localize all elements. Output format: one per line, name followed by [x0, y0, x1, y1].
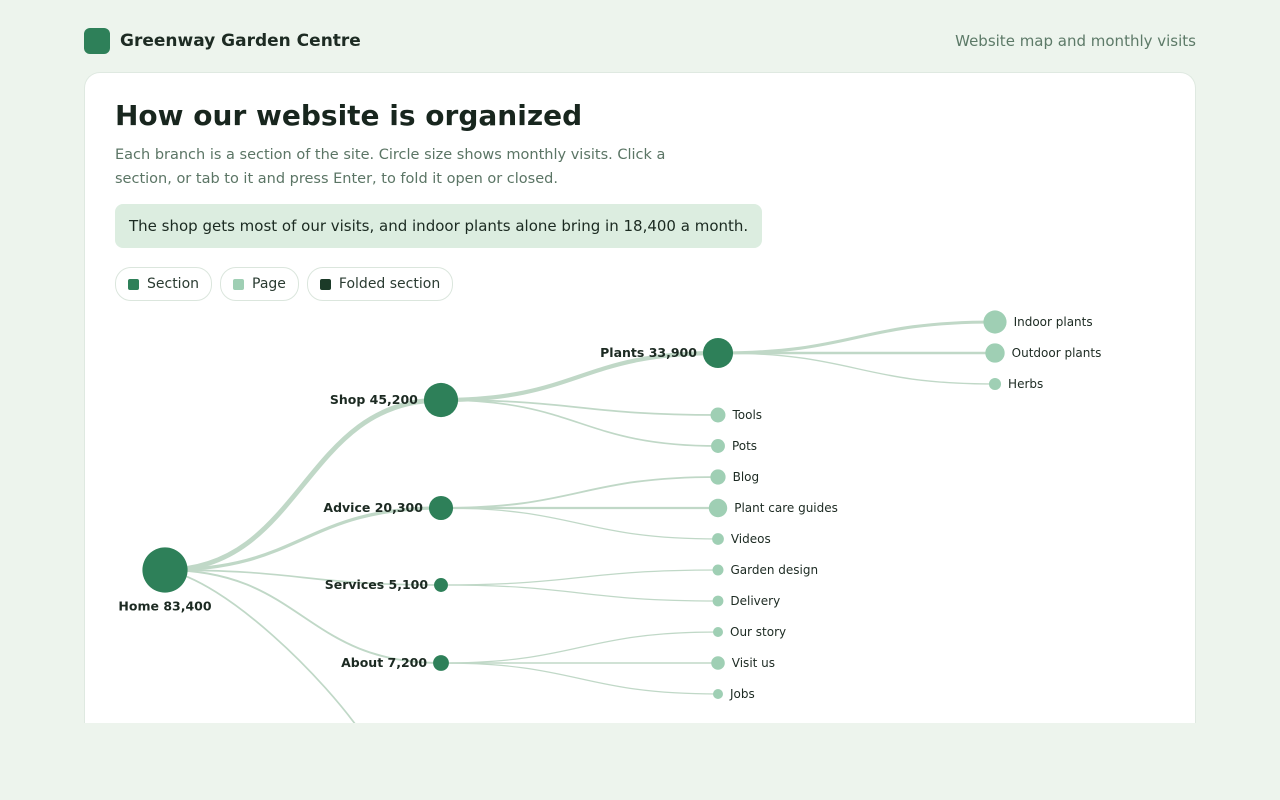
brand-name: Greenway Garden Centre	[120, 31, 361, 51]
page-node-our-story: Our story	[713, 625, 786, 639]
node-label-advice: Advice 20,300	[323, 500, 423, 515]
node-label-garden-design: Garden design	[730, 563, 818, 577]
page-circle-garden-design	[712, 564, 724, 576]
tree-link	[440, 631, 719, 664]
tree-link	[440, 507, 719, 540]
tree-links	[162, 320, 997, 723]
page-circle-blog	[710, 469, 726, 485]
node-label-pots: Pots	[732, 439, 757, 453]
node-label-services: Services 5,100	[325, 577, 429, 592]
section-circle-plants[interactable]	[702, 337, 734, 369]
page-node-outdoor-plants: Outdoor plants	[985, 343, 1102, 363]
page-circle-outdoor-plants	[985, 343, 1005, 363]
section-node-shop[interactable]: Shop 45,200	[330, 382, 459, 418]
tree-link	[440, 476, 719, 509]
section-circle-about[interactable]	[433, 655, 449, 671]
page-node-delivery: Delivery	[712, 594, 780, 608]
page-node-blog: Blog	[710, 469, 760, 485]
page-node-garden-design: Garden design	[712, 563, 818, 577]
node-label-herbs: Herbs	[1008, 377, 1043, 391]
page-circle-delivery	[712, 595, 724, 607]
section-node-advice[interactable]: Advice 20,300	[323, 495, 454, 521]
site-tree-diagram: Indoor plants Outdoor plants Herbs Plants 3…	[118, 310, 1102, 723]
node-label-blog: Blog	[733, 470, 760, 484]
node-label-plants: Plants 33,900	[600, 345, 697, 360]
node-label-plant-care-guides: Plant care guides	[734, 501, 838, 515]
top-bar: Greenway Garden Centre Website map and m…	[84, 28, 1196, 54]
node-label-videos: Videos	[731, 532, 771, 546]
node-label-tools: Tools	[731, 408, 762, 422]
node-label-indoor-plants: Indoor plants	[1014, 315, 1093, 329]
page-circle-our-story	[713, 627, 723, 637]
brand-logo-icon	[84, 28, 110, 54]
tree-link	[440, 569, 719, 586]
section-node-home[interactable]: Home 83,400	[118, 547, 212, 614]
node-label-outdoor-plants: Outdoor plants	[1012, 346, 1102, 360]
page-circle-videos	[712, 533, 724, 545]
page-node-pots: Pots	[711, 439, 757, 453]
page-node-plant-care-guides: Plant care guides	[708, 498, 838, 518]
page-circle-plant-care-guides	[708, 498, 728, 518]
page-circle-herbs	[988, 377, 1002, 391]
page-subtitle: Website map and monthly visits	[955, 32, 1196, 50]
site-map-card: How our website is organized Each branch…	[84, 72, 1196, 723]
page-circle-pots	[711, 439, 725, 453]
page-node-indoor-plants: Indoor plants	[983, 310, 1093, 334]
section-circle-shop[interactable]	[423, 382, 459, 418]
page-circle-indoor-plants	[983, 310, 1007, 334]
node-label-home: Home 83,400	[118, 599, 211, 614]
page-node-tools: Tools	[710, 407, 762, 423]
section-circle-advice[interactable]	[428, 495, 454, 521]
tree-link	[163, 506, 443, 572]
tree-link	[162, 397, 444, 573]
tree-link	[717, 352, 996, 385]
tree-link	[440, 662, 719, 695]
page-node-visit-us: Visit us	[711, 656, 775, 670]
node-label-shop: Shop 45,200	[330, 392, 418, 407]
page-circle-jobs	[713, 689, 723, 699]
page-circle-tools	[710, 407, 726, 423]
tree-link	[716, 320, 997, 355]
page-node-herbs: Herbs	[988, 377, 1043, 391]
section-circle-home[interactable]	[142, 547, 188, 593]
page-node-videos: Videos	[712, 532, 771, 546]
tree-link	[440, 584, 719, 602]
page-circle-visit-us	[711, 656, 725, 670]
node-label-delivery: Delivery	[730, 594, 780, 608]
node-label-visit-us: Visit us	[732, 656, 775, 670]
node-label-jobs: Jobs	[729, 687, 755, 701]
tree-link	[438, 350, 721, 403]
page-node-jobs: Jobs	[713, 687, 755, 701]
section-circle-services[interactable]	[434, 578, 448, 592]
node-label-about: About 7,200	[341, 655, 427, 670]
node-label-our-story: Our story	[730, 625, 786, 639]
